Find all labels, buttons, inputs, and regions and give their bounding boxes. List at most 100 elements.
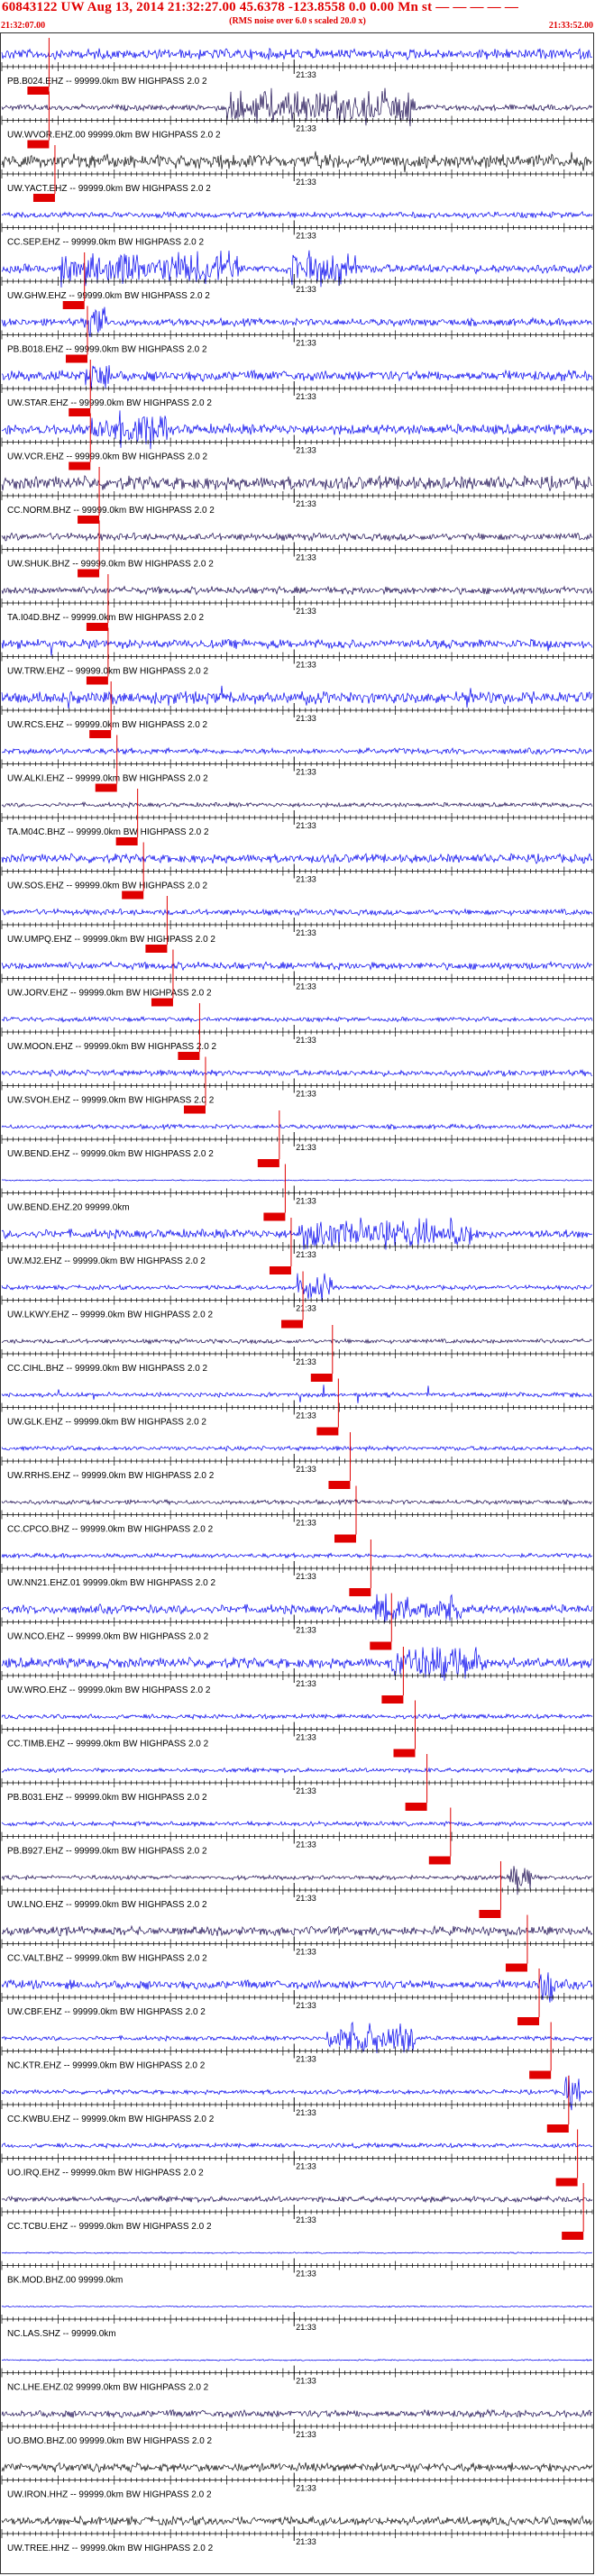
minute-label: 21:33 <box>296 714 316 723</box>
pick-marker <box>517 2017 540 2025</box>
station-label: CC.KWBU.EHZ -- 99999.0km BW HIGHPASS 2.0… <box>7 2115 215 2124</box>
pick-marker <box>328 1481 351 1489</box>
pick-marker <box>65 354 87 363</box>
trace-28: 21:33 UW.NN21.EHZ.01 99999.0km BW HIGHPAS… <box>1 1539 593 1596</box>
minute-label: 21:33 <box>296 661 316 670</box>
pick-marker <box>122 891 144 900</box>
minute-label: 21:33 <box>296 232 316 241</box>
trace-20: 21:33 UW.BEND.EHZ -- 99999.0km BW HIGHPAS… <box>1 1110 593 1167</box>
trace-39: 21:33 UO.IRQ.EHZ -- 99999.0km BW HIGHPASS… <box>1 2129 593 2187</box>
station-label: UW.VCR.EHZ -- 99999.0km BW HIGHPASS 2.0 … <box>7 452 208 462</box>
trace-34: 21:33 UW.LNO.EHZ -- 99999.0km BW HIGHPASS… <box>1 1861 593 1918</box>
waveform <box>1 2142 593 2150</box>
pick-marker <box>69 408 91 416</box>
minute-label: 21:33 <box>296 875 316 884</box>
waveform <box>1 853 593 864</box>
station-label: PB.B018.EHZ -- 99999.0km BW HIGHPASS 2.0… <box>7 345 207 355</box>
trace-14: 21:33 TA.M04C.BHZ -- 99999.0km BW HIGHPAS… <box>1 789 593 845</box>
trace-37: 21:33 NC.KTR.EHZ -- 99999.0km BW HIGHPASS… <box>1 2021 593 2079</box>
waveform <box>1 47 593 61</box>
station-label: CC.NORM.BHZ -- 99999.0km BW HIGHPASS 2.0… <box>7 506 215 516</box>
waveform <box>1 1384 593 1403</box>
pick-marker <box>479 1910 501 1918</box>
trace-25: 21:33 UW.GLK.EHZ -- 99999.0km BW HIGHPASS… <box>1 1378 593 1436</box>
trace-40: 21:33 CC.TCBU.EHZ -- 99999.0km BW HIGHPAS… <box>1 2183 593 2240</box>
station-label: TA.M04C.BHZ -- 99999.0km BW HIGHPASS 2.0… <box>7 827 209 837</box>
station-label: UW.BEND.EHZ.20 99999.0km <box>7 1203 130 1213</box>
pick-marker <box>562 2232 584 2240</box>
station-label: UW.CBF.EHZ -- 99999.0km BW HIGHPASS 2.0 … <box>7 2007 206 2017</box>
pick-marker <box>86 623 108 631</box>
trace-1: 21:33 UW.WVOR.EHZ.00 99999.0km BW HIGHPAS… <box>1 87 593 149</box>
trace-36: 21:33 UW.CBF.EHZ -- 99999.0km BW HIGHPASS… <box>1 1969 593 2025</box>
station-label: TA.I04D.BHZ -- 99999.0km BW HIGHPASS 2.0… <box>7 613 204 623</box>
waveform <box>1 1552 593 1559</box>
trace-9: 21:33 UW.SHUK.BHZ -- 99999.0km BW HIGHPAS… <box>1 520 593 578</box>
waveform <box>1 1338 593 1345</box>
station-label: UW.GLK.EHZ -- 99999.0km BW HIGHPASS 2.0 … <box>7 1418 206 1428</box>
trace-6: 21:33 UW.STAR.EHZ -- 99999.0km BW HIGHPAS… <box>1 360 593 416</box>
trace-3: 21:33 CC.SEP.EHZ -- 99999.0km BW HIGHPASS… <box>1 210 593 248</box>
trace-7: 21:33 UW.VCR.EHZ -- 99999.0km BW HIGHPASS… <box>1 410 593 470</box>
minute-label: 21:33 <box>296 1894 316 1903</box>
minute-label: 21:33 <box>296 607 316 616</box>
minute-label: 21:33 <box>296 1197 316 1206</box>
minute-label: 21:33 <box>296 1036 316 1045</box>
trace-32: 21:33 PB.B031.EHZ -- 99999.0km BW HIGHPAS… <box>1 1754 593 1811</box>
pick-marker <box>281 1320 304 1329</box>
trace-24: 21:33 CC.CIHL.BHZ -- 99999.0km BW HIGHPAS… <box>1 1325 593 1382</box>
station-label: UW.ALKI.EHZ -- 99999.0km BW HIGHPASS 2.0… <box>7 774 208 784</box>
minute-label: 21:33 <box>296 285 316 294</box>
seismogram-plot: 21:33 PB.B024.EHZ -- 99999.0km BW HIGHPAS… <box>1 38 593 2553</box>
pick-marker <box>263 1212 286 1221</box>
trace-42: 21:33 NC.LAS.SHZ -- 99999.0km <box>1 2305 593 2339</box>
trace-19: 21:33 UW.SVOH.EHZ -- 99999.0km BW HIGHPAS… <box>1 1056 593 1114</box>
pick-marker <box>257 1159 279 1167</box>
station-label: CC.CIHL.BHZ -- 99999.0km BW HIGHPASS 2.0… <box>7 1364 208 1374</box>
station-label: PB.B927.EHZ -- 99999.0km BW HIGHPASS 2.0… <box>7 1847 207 1857</box>
minute-label: 21:33 <box>296 124 316 133</box>
waveform <box>1 210 593 220</box>
trace-4: 21:33 UW.GHW.EHZ -- 99999.0km BW HIGHPASS… <box>1 250 593 309</box>
minute-label: 21:33 <box>296 1357 316 1366</box>
trace-43: 21:33NC.LHE.EHZ.02 99999.0km BW HIGHPASS… <box>1 2359 593 2393</box>
pick-marker <box>86 676 108 685</box>
waveform <box>1 1445 593 1453</box>
minute-label: 21:33 <box>296 2215 316 2224</box>
trace-31: 21:33 CC.TIMB.EHZ -- 99999.0km BW HIGHPAS… <box>1 1700 593 1758</box>
waveform <box>1 1713 593 1721</box>
pick-marker <box>95 783 117 792</box>
waveform <box>1 1123 593 1131</box>
minute-label: 21:33 <box>296 553 316 562</box>
station-label: UW.LKWY.EHZ -- 99999.0km BW HIGHPASS 2.0… <box>7 1311 213 1320</box>
waveform <box>1 2305 593 2308</box>
trace-13: 21:33 UW.ALKI.EHZ -- 99999.0km BW HIGHPAS… <box>1 735 593 792</box>
waveform <box>1 1068 593 1078</box>
minute-label: 21:33 <box>296 2001 316 2010</box>
waveform <box>1 2075 593 2111</box>
station-label: UW.WRO.EHZ -- 99999.0km BW HIGHPASS 2.0 … <box>7 1685 211 1695</box>
station-label: UW.UMPQ.EHZ -- 99999.0km BW HIGHPASS 2.0… <box>7 935 215 945</box>
minute-label: 21:33 <box>296 982 316 991</box>
waveform <box>1 685 593 709</box>
waveform <box>1 1498 593 1506</box>
minute-label: 21:33 <box>296 1786 316 1795</box>
minute-label: 21:33 <box>296 70 316 79</box>
waveform <box>1 474 593 492</box>
station-label: UW.NN21.EHZ.01 99999.0km BW HIGHPASS 2.0… <box>7 1578 215 1588</box>
pick-marker <box>505 1963 527 1972</box>
pick-marker <box>27 140 50 149</box>
pick-marker <box>78 569 100 578</box>
minute-label: 21:33 <box>296 2055 316 2064</box>
pick-marker <box>546 2124 569 2133</box>
minute-label: 21:33 <box>296 1626 316 1635</box>
waveform <box>1 306 593 337</box>
pick-marker <box>428 1856 451 1865</box>
waveform <box>1 801 593 808</box>
station-label: UW.SVOH.EHZ -- 99999.0km BW HIGHPASS 2.0… <box>7 1096 215 1106</box>
trace-30: 21:33 UW.WRO.EHZ -- 99999.0km BW HIGHPASS… <box>1 1647 593 1704</box>
station-label: UW.YACT.EHZ -- 99999.0km BW HIGHPASS 2.0… <box>7 184 211 194</box>
trace-5: 21:33 PB.B018.EHZ -- 99999.0km BW HIGHPAS… <box>1 306 593 363</box>
trace-8: 21:33 CC.NORM.BHZ -- 99999.0km BW HIGHPAS… <box>1 467 593 524</box>
waveform <box>2 1179 592 1182</box>
